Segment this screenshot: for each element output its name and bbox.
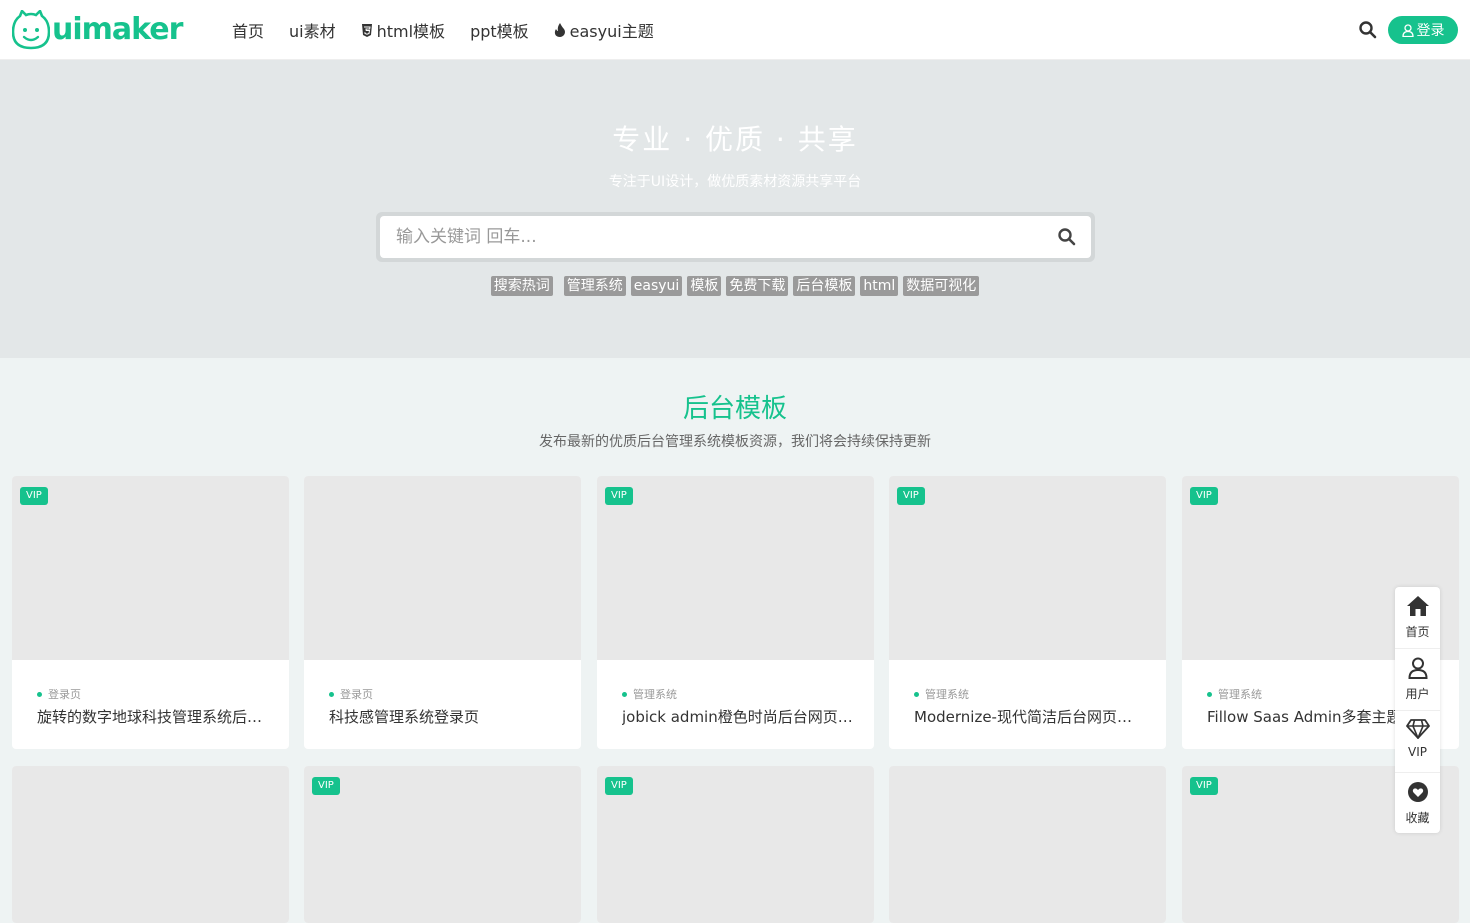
template-card[interactable]: VIP 管理系统 Modernize-现代简洁后台网页模板 xyxy=(889,476,1166,749)
hero-title: 专业 · 优质 · 共享 xyxy=(612,123,858,156)
search-box xyxy=(380,216,1091,258)
site-logo[interactable]: uimaker xyxy=(12,10,183,50)
hot-tag[interactable]: easyui xyxy=(630,276,683,296)
nav-item-ppt-template[interactable]: ppt模板 xyxy=(470,18,529,42)
vip-badge: VIP xyxy=(1190,487,1218,505)
home-icon xyxy=(1406,596,1429,616)
card-thumbnail xyxy=(12,476,289,660)
hero-banner: 专业 · 优质 · 共享 专注于UI设计，做优质素材资源共享平台 搜索热词 管理… xyxy=(0,60,1470,358)
card-thumbnail xyxy=(597,476,874,660)
category-label: 管理系统 xyxy=(925,688,969,701)
card-thumbnail xyxy=(304,476,581,660)
template-card[interactable]: 登录页 科技感管理系统登录页 xyxy=(304,476,581,749)
login-label: 登录 xyxy=(1416,23,1445,39)
template-card[interactable] xyxy=(12,766,289,923)
card-category[interactable]: 管理系统 xyxy=(622,686,677,702)
dot-icon xyxy=(914,691,919,697)
card-thumbnail xyxy=(889,766,1166,923)
hero-search xyxy=(376,212,1095,262)
hot-tag[interactable]: 管理系统 xyxy=(563,276,626,296)
hot-tag[interactable]: 数据可视化 xyxy=(903,276,980,296)
card-thumbnail xyxy=(12,766,289,923)
card-thumbnail xyxy=(304,766,581,923)
search-input[interactable] xyxy=(380,216,1040,258)
floating-toolbar: 首页 用户 VIP 收藏 xyxy=(1395,587,1440,833)
dot-icon xyxy=(37,691,42,697)
section-subtitle: 发布最新的优质后台管理系统模板资源，我们将会持续保持更新 xyxy=(539,434,931,450)
top-navbar: uimaker 首页 ui素材 html模板 ppt模板 easyui主题 登录 xyxy=(0,0,1470,60)
card-category[interactable]: 登录页 xyxy=(329,686,373,702)
float-favorite-button[interactable]: 收藏 xyxy=(1395,773,1440,834)
hot-tag[interactable]: 免费下载 xyxy=(726,276,789,296)
float-vip-button[interactable]: VIP xyxy=(1395,711,1440,772)
vip-badge: VIP xyxy=(897,487,925,505)
fire-icon xyxy=(554,23,565,37)
user-icon xyxy=(1401,23,1414,37)
template-card[interactable]: VIP 管理系统 jobick admin橙色时尚后台网页模板 xyxy=(597,476,874,749)
dot-icon xyxy=(1207,691,1212,697)
vip-badge: VIP xyxy=(605,777,633,795)
html5-icon xyxy=(361,23,372,37)
float-label: 收藏 xyxy=(1405,811,1430,825)
nav-label: html模板 xyxy=(376,22,446,41)
category-label: 管理系统 xyxy=(633,688,677,701)
card-thumbnail xyxy=(597,766,874,923)
smiley-logo-icon xyxy=(12,10,50,50)
card-title[interactable]: 科技感管理系统登录页 xyxy=(329,706,561,727)
user-icon xyxy=(1407,657,1428,679)
nav-item-home[interactable]: 首页 xyxy=(232,18,264,42)
card-category[interactable]: 登录页 xyxy=(37,686,81,702)
card-category[interactable]: 管理系统 xyxy=(1207,686,1262,702)
hot-words-label: 搜索热词 xyxy=(490,276,553,296)
float-home-button[interactable]: 首页 xyxy=(1395,587,1440,648)
card-title[interactable]: 旋转的数字地球科技管理系统后台登录页 xyxy=(37,706,269,727)
search-icon[interactable] xyxy=(1057,227,1077,247)
hot-tag[interactable]: 后台模板 xyxy=(793,276,856,296)
float-label: 用户 xyxy=(1405,687,1430,701)
category-label: 管理系统 xyxy=(1218,688,1262,701)
nav-item-ui-material[interactable]: ui素材 xyxy=(289,18,336,42)
main-nav: 首页 ui素材 html模板 ppt模板 easyui主题 xyxy=(232,0,679,60)
search-icon[interactable] xyxy=(1358,20,1378,40)
hot-tags: 搜索热词 管理系统 easyui 模板 免费下载 后台模板 html 数据可视化 xyxy=(0,276,1470,296)
vip-badge: VIP xyxy=(605,487,633,505)
vip-badge: VIP xyxy=(1190,777,1218,795)
nav-label: ppt模板 xyxy=(470,22,529,41)
template-card[interactable]: VIP xyxy=(597,766,874,923)
template-card[interactable]: VIP xyxy=(304,766,581,923)
login-button[interactable]: 登录 xyxy=(1388,16,1458,44)
category-label: 登录页 xyxy=(48,688,81,701)
nav-item-html-template[interactable]: html模板 xyxy=(361,18,445,42)
hot-tag[interactable]: html xyxy=(860,276,899,296)
hero-subtitle: 专注于UI设计，做优质素材资源共享平台 xyxy=(608,174,862,190)
card-title[interactable]: jobick admin橙色时尚后台网页模板 xyxy=(622,706,854,727)
nav-label: ui素材 xyxy=(289,22,336,41)
float-user-button[interactable]: 用户 xyxy=(1395,649,1440,710)
float-label: VIP xyxy=(1408,745,1427,759)
section-title: 后台模板 xyxy=(682,394,787,424)
card-thumbnail xyxy=(889,476,1166,660)
nav-label: easyui主题 xyxy=(569,22,654,41)
dot-icon xyxy=(622,691,627,697)
card-title[interactable]: Modernize-现代简洁后台网页模板 xyxy=(914,706,1146,727)
nav-label: 首页 xyxy=(232,22,265,41)
category-label: 登录页 xyxy=(340,688,373,701)
card-category[interactable]: 管理系统 xyxy=(914,686,969,702)
vip-badge: VIP xyxy=(20,487,48,505)
hot-tag[interactable]: 模板 xyxy=(687,276,722,296)
vip-badge: VIP xyxy=(312,777,340,795)
float-label: 首页 xyxy=(1405,625,1430,639)
template-card[interactable]: VIP 登录页 旋转的数字地球科技管理系统后台登录页 xyxy=(12,476,289,749)
heart-icon xyxy=(1407,782,1428,802)
logo-text: uimaker xyxy=(52,12,183,47)
diamond-icon xyxy=(1405,719,1430,739)
template-card[interactable] xyxy=(889,766,1166,923)
dot-icon xyxy=(329,691,334,697)
nav-item-easyui-theme[interactable]: easyui主题 xyxy=(554,18,654,42)
